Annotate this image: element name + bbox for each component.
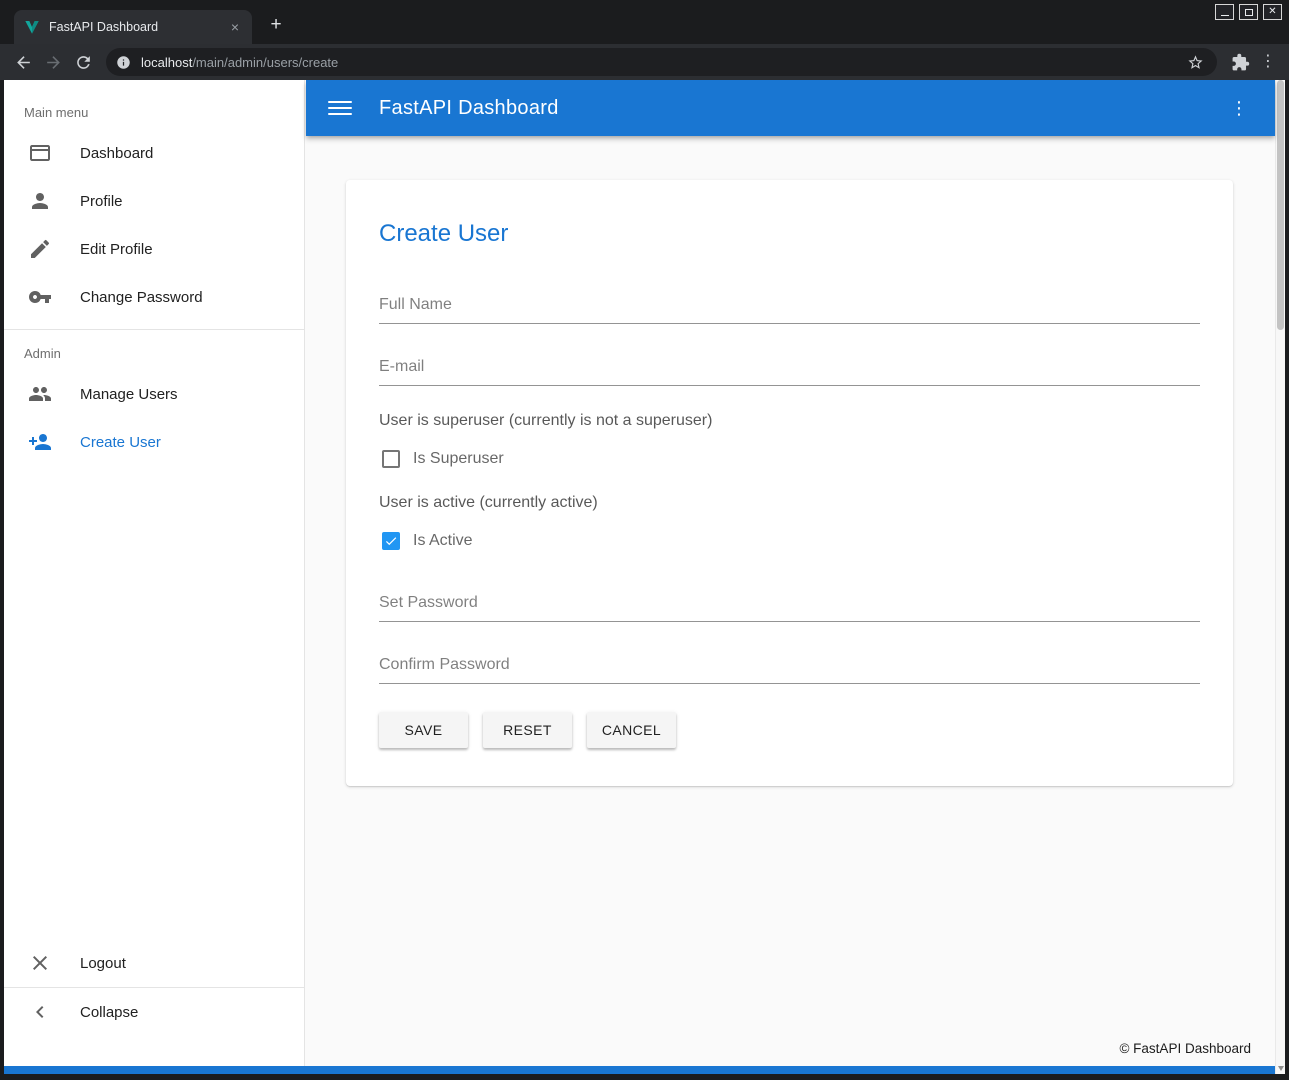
sidebar-item-label: Collapse (80, 1004, 138, 1021)
sidebar-item-label: Dashboard (80, 145, 153, 162)
check-icon (384, 534, 398, 548)
chevron-left-icon (28, 1000, 52, 1024)
appbar-overflow-menu-button[interactable]: ⋮ (1225, 94, 1253, 122)
people-icon (28, 382, 52, 406)
tab-title: FastAPI Dashboard (49, 20, 226, 34)
bookmark-star-button[interactable] (1183, 50, 1207, 74)
sidebar-item-edit-profile[interactable]: Edit Profile (4, 225, 304, 273)
checkbox-label: Is Active (413, 532, 473, 550)
sidebar-item-logout[interactable]: Logout (4, 939, 304, 987)
back-button[interactable] (8, 47, 38, 77)
reset-button[interactable]: RESET (483, 712, 572, 748)
sidebar-item-label: Logout (80, 955, 126, 972)
minimize-icon (1221, 15, 1229, 16)
new-tab-button[interactable]: + (262, 12, 290, 40)
close-button[interactable]: ✕ (1263, 4, 1282, 20)
sidebar-item-profile[interactable]: Profile (4, 177, 304, 225)
page: Main menu Dashboard Profile Edit Profile (4, 80, 1285, 1074)
full-name-input[interactable] (379, 284, 1200, 324)
email-input[interactable] (379, 346, 1200, 386)
app-bar: FastAPI Dashboard ⋮ (306, 80, 1275, 136)
sidebar-item-label: Create User (80, 434, 161, 451)
maximize-icon (1245, 9, 1253, 16)
close-x-icon (28, 951, 52, 975)
sidebar-item-manage-users[interactable]: Manage Users (4, 370, 304, 418)
sidebar-item-dashboard[interactable]: Dashboard (4, 129, 304, 177)
sidebar-item-label: Edit Profile (80, 241, 153, 258)
url-path: /main/admin/users/create (192, 55, 338, 70)
cancel-button[interactable]: CANCEL (587, 712, 676, 748)
reload-button[interactable] (68, 47, 98, 77)
star-icon (1187, 54, 1204, 71)
sidebar-item-create-user[interactable]: Create User (4, 418, 304, 466)
save-button[interactable]: SAVE (379, 712, 468, 748)
pencil-icon (28, 237, 52, 261)
page-info-icon[interactable] (116, 55, 131, 70)
create-user-card: Create User User is superuser (currently… (346, 180, 1233, 786)
sidebar-item-change-password[interactable]: Change Password (4, 273, 304, 321)
sidebar: Main menu Dashboard Profile Edit Profile (4, 80, 305, 1066)
tab-close-icon[interactable]: × (226, 18, 244, 36)
person-add-icon (28, 430, 52, 454)
appbar-title: FastAPI Dashboard (379, 97, 559, 120)
hamburger-menu-icon[interactable] (328, 96, 352, 120)
is-active-checkbox[interactable] (382, 532, 400, 550)
extensions-icon (1231, 53, 1250, 72)
forward-button[interactable] (38, 47, 68, 77)
url-bar[interactable]: localhost/main/admin/users/create (106, 48, 1217, 76)
is-active-checkbox-row[interactable]: Is Active (382, 532, 1200, 550)
back-arrow-icon (14, 53, 33, 72)
window-close-icon: ✕ (1268, 7, 1276, 17)
forward-arrow-icon (44, 53, 63, 72)
active-hint: User is active (currently active) (379, 494, 1200, 512)
minimize-button[interactable] (1215, 4, 1234, 20)
page-title: Create User (379, 220, 1200, 248)
dashboard-icon (28, 141, 52, 165)
browser-window: FastAPI Dashboard × + ✕ localhost/main/a… (0, 0, 1289, 1080)
browser-toolbar: localhost/main/admin/users/create ⋮ (0, 44, 1289, 80)
vuetify-favicon (24, 19, 40, 35)
browser-tab[interactable]: FastAPI Dashboard × (14, 10, 252, 44)
scrollbar-down-arrow-icon[interactable] (1278, 1066, 1284, 1071)
scrollbar-thumb[interactable] (1277, 80, 1284, 330)
reload-icon (74, 53, 93, 72)
sidebar-item-label: Manage Users (80, 386, 178, 403)
set-password-input[interactable] (379, 582, 1200, 622)
key-icon (28, 285, 52, 309)
footer-copyright: © FastAPI Dashboard (1119, 1041, 1251, 1056)
set-password-field-wrap (379, 582, 1200, 622)
confirm-password-field-wrap (379, 644, 1200, 684)
sidebar-section-main-menu: Main menu (4, 80, 304, 129)
url-text[interactable]: localhost/main/admin/users/create (141, 55, 1183, 70)
main-area: FastAPI Dashboard ⋮ Create User User is … (306, 80, 1275, 1066)
window-controls: ✕ (1215, 4, 1282, 20)
superuser-hint: User is superuser (currently is not a su… (379, 412, 1200, 430)
browser-menu-button[interactable]: ⋮ (1255, 49, 1281, 75)
sidebar-item-label: Profile (80, 193, 123, 210)
sidebar-section-admin: Admin (4, 330, 304, 370)
url-host: localhost (141, 55, 192, 70)
is-superuser-checkbox[interactable] (382, 450, 400, 468)
extensions-button[interactable] (1225, 47, 1255, 77)
form-actions: SAVE RESET CANCEL (379, 712, 1200, 748)
person-icon (28, 189, 52, 213)
email-field-wrap (379, 346, 1200, 386)
sidebar-footer: Logout Collapse (4, 939, 304, 1036)
browser-titlebar: FastAPI Dashboard × + ✕ (0, 0, 1289, 44)
content-area: Create User User is superuser (currently… (306, 136, 1275, 1066)
full-name-field-wrap (379, 284, 1200, 324)
sidebar-item-collapse[interactable]: Collapse (4, 988, 304, 1036)
maximize-button[interactable] (1239, 4, 1258, 20)
sidebar-item-label: Change Password (80, 289, 203, 306)
confirm-password-input[interactable] (379, 644, 1200, 684)
footer-accent-bar (4, 1066, 1275, 1074)
is-superuser-checkbox-row[interactable]: Is Superuser (382, 450, 1200, 468)
page-scrollbar[interactable] (1275, 80, 1285, 1074)
checkbox-label: Is Superuser (413, 450, 504, 468)
